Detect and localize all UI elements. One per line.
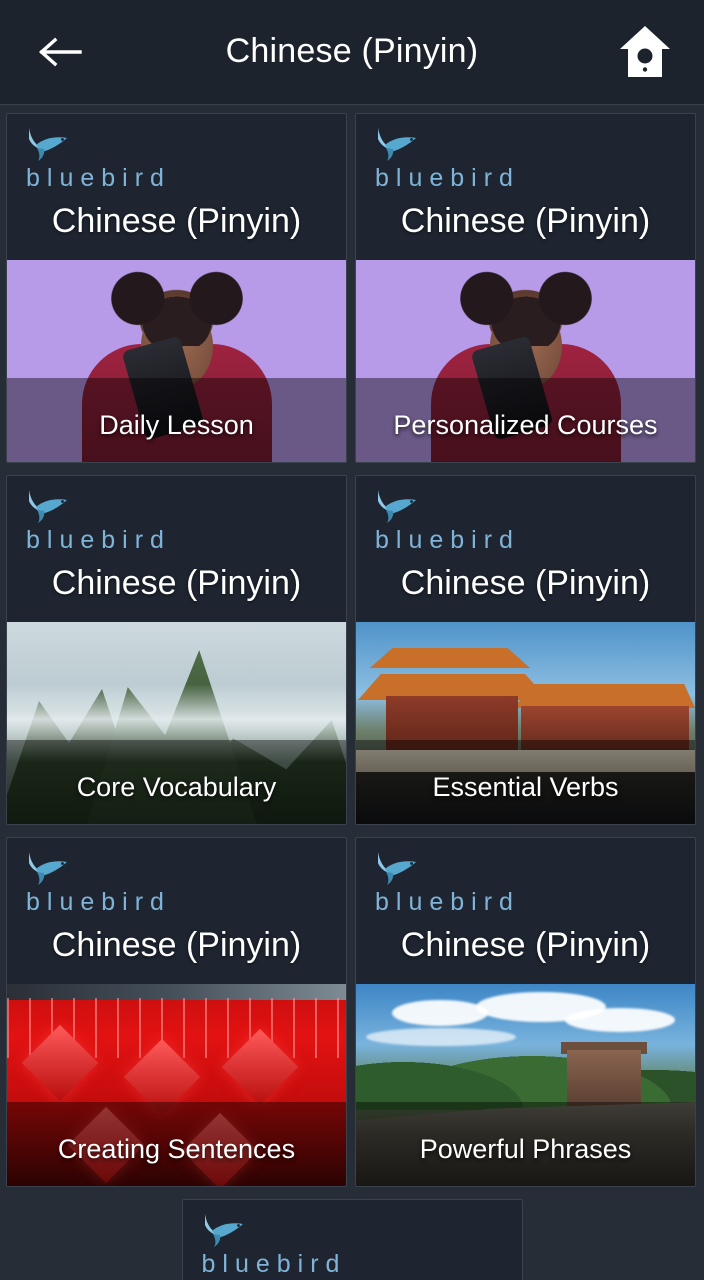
brand-wordmark: bluebird — [26, 888, 171, 916]
course-card[interactable]: bluebird Chinese (Pinyin) Creating Sente… — [6, 837, 347, 1187]
course-card[interactable]: bluebird Chinese (Pinyin) Personalized C… — [355, 113, 696, 463]
brand-logo: bluebird — [26, 850, 171, 917]
card-title: Chinese (Pinyin) — [400, 564, 651, 602]
brand-logo: bluebird — [26, 488, 171, 555]
brand-wordmark: bluebird — [26, 526, 171, 554]
course-card[interactable]: bluebird Chinese (Pinyin) Core Vocabular… — [6, 475, 347, 825]
brand-wordmark: bluebird — [375, 164, 520, 192]
card-title: Chinese (Pinyin) — [51, 564, 302, 602]
card-label: Core Vocabulary — [76, 772, 277, 802]
bluebird-logo-icon — [29, 852, 67, 885]
brand-logo: bluebird — [375, 126, 520, 193]
brand-wordmark: bluebird — [26, 164, 171, 192]
brand-logo: bluebird — [202, 1212, 347, 1279]
back-button[interactable] — [22, 15, 96, 89]
brand-logo: bluebird — [375, 488, 520, 555]
brand-wordmark: bluebird — [375, 526, 520, 554]
brand-wordmark: bluebird — [375, 888, 520, 916]
brand-logo: bluebird — [26, 126, 171, 193]
bluebird-logo-icon — [29, 128, 67, 161]
birdhouse-home-icon — [620, 26, 670, 77]
card-title: Chinese (Pinyin) — [51, 202, 302, 240]
page-title: Chinese (Pinyin) — [225, 31, 479, 70]
course-card[interactable]: bluebird Chinese (Pinyin) Essential Verb… — [355, 475, 696, 825]
bluebird-logo-icon — [378, 128, 416, 161]
home-button[interactable] — [608, 15, 682, 89]
course-card[interactable]: bluebird Chinese (Pinyin) Daily Lesson — [6, 113, 347, 463]
card-label: Creating Sentences — [57, 1134, 296, 1164]
card-title: Chinese (Pinyin) — [400, 926, 651, 964]
app-bar: Chinese (Pinyin) — [0, 0, 704, 105]
bluebird-logo-icon — [378, 852, 416, 885]
course-card-grid: bluebird Chinese (Pinyin) Daily Lesson b… — [0, 105, 704, 1280]
card-title: Chinese (Pinyin) — [51, 926, 302, 964]
card-title: Chinese (Pinyin) — [400, 202, 651, 240]
card-label: Essential Verbs — [432, 772, 619, 802]
arrow-left-icon — [38, 37, 82, 67]
bluebird-logo-icon — [29, 490, 67, 523]
card-label: Personalized Courses — [393, 410, 658, 440]
course-card[interactable]: bluebird — [181, 1199, 523, 1280]
bluebird-logo-icon — [204, 1214, 243, 1247]
brand-logo: bluebird — [375, 850, 520, 917]
course-card[interactable]: bluebird Chinese (Pinyin) Powerful Phras… — [355, 837, 696, 1187]
bluebird-logo-icon — [378, 490, 416, 523]
brand-wordmark: bluebird — [201, 1250, 347, 1278]
card-label: Daily Lesson — [99, 410, 254, 440]
card-label: Powerful Phrases — [419, 1134, 632, 1164]
